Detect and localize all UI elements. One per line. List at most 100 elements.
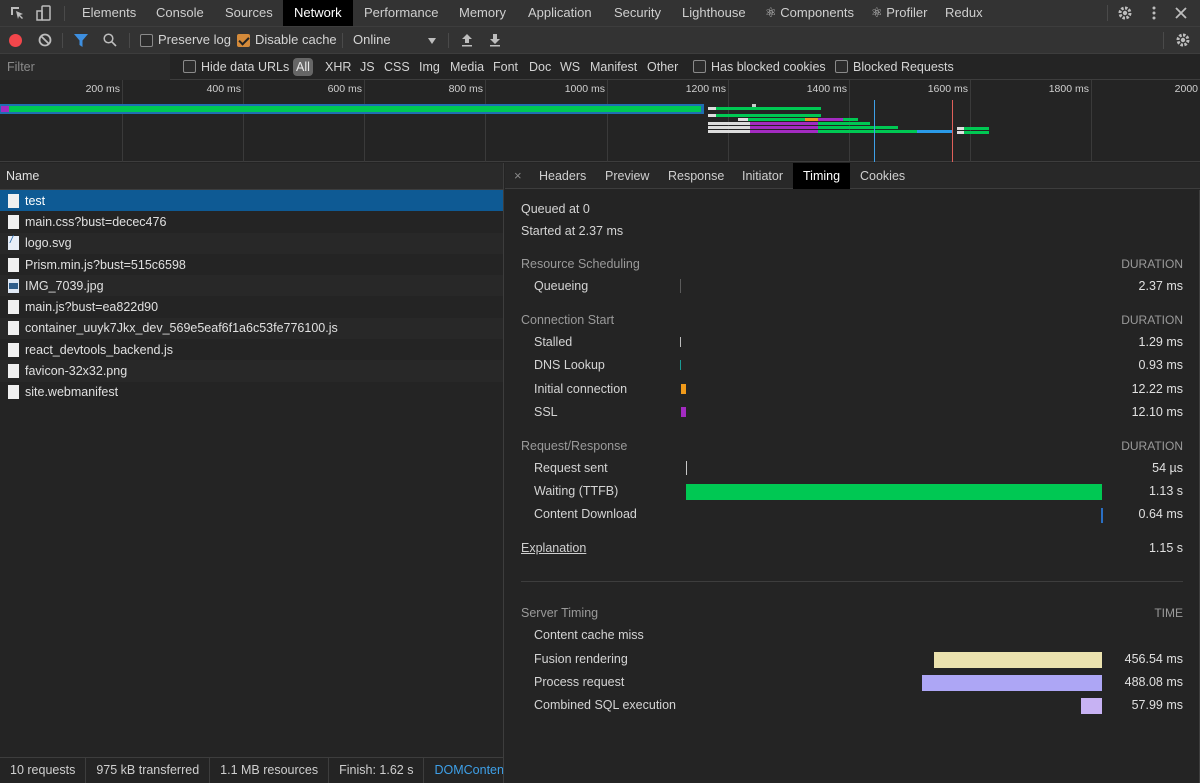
search-icon[interactable]	[103, 33, 117, 50]
preserve-log-checkbox[interactable]	[140, 34, 153, 47]
overview-tick: 1400 ms	[806, 83, 847, 95]
request-name: main.css?bust=decec476	[25, 214, 167, 229]
disable-cache-checkbox[interactable]	[237, 34, 250, 47]
close-details-icon[interactable]: ×	[514, 168, 522, 183]
load-event-marker	[952, 100, 953, 162]
tab-performance[interactable]: Performance	[353, 0, 449, 26]
inspect-element-icon[interactable]	[9, 5, 27, 21]
waterfall-bar-queue	[708, 126, 750, 129]
blocked-requests-label[interactable]: Blocked Requests	[853, 54, 954, 80]
tab-headers[interactable]: Headers	[529, 163, 596, 189]
tab-console[interactable]: Console	[145, 0, 215, 26]
waterfall-bar-queue	[738, 118, 748, 121]
request-row[interactable]: test	[0, 190, 503, 212]
tab-cookies[interactable]: Cookies	[850, 163, 915, 189]
hide-data-urls-checkbox[interactable]	[183, 60, 196, 73]
request-row[interactable]: Prism.min.js?bust=515c6598	[0, 254, 503, 275]
tab-components[interactable]: ⚛ Components	[754, 0, 865, 26]
timing-value-queueing: 2.37 ms	[1138, 279, 1183, 293]
server-timing-value: 488.08 ms	[1124, 675, 1183, 689]
filter-type-media[interactable]: Media	[450, 54, 484, 80]
timing-bar-queueing	[680, 279, 681, 293]
network-overview-timeline[interactable]: 200 ms 400 ms 600 ms 800 ms 1000 ms 1200…	[0, 80, 1200, 162]
more-options-icon[interactable]	[1146, 5, 1162, 21]
filter-bar: Hide data URLs All XHR JS CSS Img Media …	[0, 54, 1200, 80]
timing-value-initial-connection: 12.22 ms	[1131, 382, 1183, 396]
document-file-icon	[8, 364, 19, 379]
server-timing-label: Fusion rendering	[534, 652, 628, 666]
tab-elements[interactable]: Elements	[71, 0, 147, 26]
import-har-upload-icon[interactable]	[461, 33, 473, 50]
filter-funnel-icon[interactable]	[74, 34, 88, 50]
name-column-header[interactable]: Name	[0, 163, 503, 190]
document-file-icon	[8, 193, 19, 208]
tab-security[interactable]: Security	[603, 0, 672, 26]
request-row[interactable]: site.webmanifest	[0, 382, 503, 403]
filter-type-js[interactable]: JS	[360, 54, 375, 80]
filter-type-all[interactable]: All	[293, 58, 313, 76]
tab-sources[interactable]: Sources	[214, 0, 284, 26]
throttling-select[interactable]: Online	[353, 27, 391, 53]
close-devtools-icon[interactable]	[1174, 6, 1188, 22]
filter-input[interactable]	[0, 54, 170, 80]
started-at: Started at 2.37 ms	[521, 224, 624, 238]
request-name: test	[25, 193, 46, 208]
filter-type-css[interactable]: CSS	[384, 54, 410, 80]
device-toolbar-icon[interactable]	[35, 5, 53, 21]
explanation-link[interactable]: Explanation	[521, 541, 586, 555]
throttling-dropdown-arrow-icon[interactable]	[428, 38, 436, 44]
network-settings-gear-icon[interactable]	[1175, 32, 1191, 51]
tab-lighthouse[interactable]: Lighthouse	[671, 0, 757, 26]
blocked-requests-checkbox[interactable]	[835, 60, 848, 73]
tab-profiler[interactable]: ⚛ Profiler	[860, 0, 938, 26]
timing-value-waiting-ttfb: 1.13 s	[1148, 484, 1183, 498]
timing-bar-request-sent	[686, 461, 687, 475]
tab-response[interactable]: Response	[658, 163, 734, 189]
request-name: site.webmanifest	[25, 385, 119, 400]
preserve-log-label[interactable]: Preserve log	[158, 27, 231, 53]
tab-application[interactable]: Application	[517, 0, 603, 26]
filter-type-xhr[interactable]: XHR	[325, 54, 351, 80]
request-row[interactable]: IMG_7039.jpg	[0, 275, 503, 297]
request-row[interactable]: main.css?bust=decec476	[0, 211, 503, 232]
tab-initiator[interactable]: Initiator	[732, 163, 793, 189]
tab-redux[interactable]: Redux	[934, 0, 994, 26]
waterfall-bar-queue	[708, 107, 716, 110]
overview-tick: 600 ms	[327, 83, 362, 95]
waterfall-bar-queue	[957, 131, 964, 134]
tab-preview[interactable]: Preview	[595, 163, 659, 189]
tab-network[interactable]: Network	[283, 0, 353, 26]
has-blocked-cookies-label[interactable]: Has blocked cookies	[711, 54, 826, 80]
has-blocked-cookies-checkbox[interactable]	[693, 60, 706, 73]
timing-label-stalled: Stalled	[534, 335, 573, 349]
export-har-download-icon[interactable]	[489, 33, 501, 50]
request-row[interactable]: favicon-32x32.png	[0, 360, 503, 382]
request-row[interactable]: react_devtools_backend.js	[0, 339, 503, 360]
network-toolbar: Preserve log Disable cache Online	[0, 27, 1200, 54]
filter-type-other[interactable]: Other	[647, 54, 678, 80]
request-row[interactable]: main.js?bust=ea822d90	[0, 296, 503, 317]
request-row[interactable]: container_uuyk7Jkx_dev_569e5eaf6f1a6c53f…	[0, 317, 503, 340]
tab-timing[interactable]: Timing	[793, 163, 851, 189]
devtools-tab-bar: Elements Console Sources Network Perform…	[0, 0, 1200, 27]
filter-type-manifest[interactable]: Manifest	[590, 54, 637, 80]
request-row[interactable]: logo.svg	[0, 232, 503, 254]
section-request-response: Request/Response	[521, 439, 628, 453]
record-button-icon[interactable]	[9, 34, 22, 47]
duration-header: DURATION	[1121, 313, 1183, 327]
request-name: container_uuyk7Jkx_dev_569e5eaf6f1a6c53f…	[25, 321, 338, 336]
hide-data-urls-label[interactable]: Hide data URLs	[201, 54, 289, 80]
filter-type-font[interactable]: Font	[493, 54, 518, 80]
clear-icon[interactable]	[38, 33, 52, 50]
tab-memory[interactable]: Memory	[448, 0, 517, 26]
server-timing-value: 57.99 ms	[1131, 698, 1183, 712]
dom-content-loaded-time: DOMContentL	[434, 763, 504, 777]
filter-type-ws[interactable]: WS	[560, 54, 580, 80]
image-file-icon	[8, 278, 19, 293]
filter-type-doc[interactable]: Doc	[529, 54, 551, 80]
section-resource-scheduling: Resource Scheduling	[521, 257, 640, 271]
filter-type-img[interactable]: Img	[419, 54, 440, 80]
disable-cache-label[interactable]: Disable cache	[255, 27, 337, 53]
settings-gear-icon[interactable]	[1117, 5, 1135, 21]
dom-content-loaded-marker	[874, 100, 875, 162]
